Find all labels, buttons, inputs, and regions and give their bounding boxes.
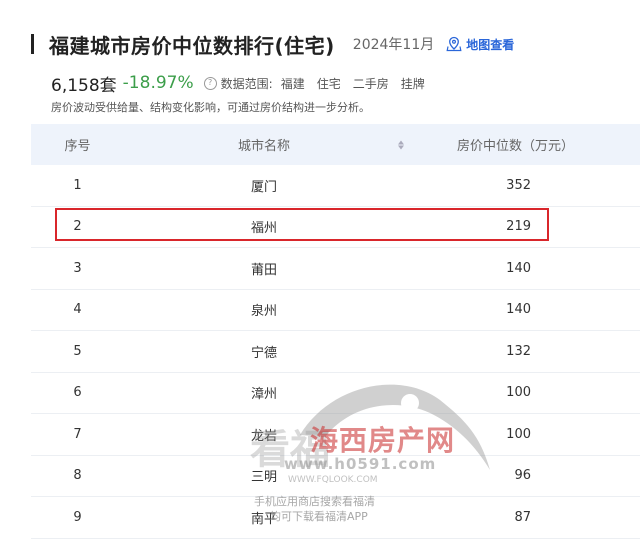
cell-city: 南平 bbox=[250, 511, 277, 527]
scope-tag-listing: 挂牌 bbox=[400, 76, 425, 91]
cell-price: 87 bbox=[514, 509, 531, 525]
report-date: 2024年11月 bbox=[352, 37, 435, 53]
title-accent-bar bbox=[31, 34, 34, 54]
table-body: 1 厦门 352 2 福州 219 3 莆田 140 4 泉州 140 5 宁德 132 6 漳州 100 7 龙岩 1… bbox=[31, 165, 640, 539]
map-view-link[interactable]: 地图查看 bbox=[446, 36, 514, 53]
page: 福建城市房价中位数排行(住宅) 2024年11月 地图查看 6,158套 -18… bbox=[0, 0, 640, 539]
column-header-city-label: 城市名称 bbox=[237, 139, 290, 154]
map-view-label: 地图查看 bbox=[466, 37, 515, 52]
cell-city: 泉州 bbox=[250, 304, 277, 320]
stats-row: 6,158套 -18.97% ? 数据范围: 福建 住宅 二手房 挂牌 bbox=[51, 70, 425, 96]
table-header: 序号 城市名称 房价中位数（万元） bbox=[31, 124, 640, 165]
cell-price: 140 bbox=[506, 260, 531, 276]
cell-price: 219 bbox=[506, 219, 531, 235]
cell-rank: 3 bbox=[73, 260, 82, 276]
scope-tag-market: 二手房 bbox=[352, 76, 389, 91]
table-row[interactable]: 9 南平 87 bbox=[31, 497, 640, 539]
cell-price: 100 bbox=[506, 385, 531, 401]
cell-price: 100 bbox=[506, 426, 531, 442]
cell-rank: 4 bbox=[73, 302, 82, 318]
cell-rank: 5 bbox=[73, 343, 82, 359]
price-change: -18.97% bbox=[122, 73, 194, 93]
scope-tag-type: 住宅 bbox=[316, 76, 341, 91]
cell-rank: 9 bbox=[73, 509, 82, 525]
column-header-rank: 序号 bbox=[64, 139, 91, 154]
table-row[interactable]: 2 福州 219 bbox=[31, 207, 640, 248]
cell-rank: 8 bbox=[73, 468, 82, 484]
table-row[interactable]: 5 宁德 132 bbox=[31, 331, 640, 373]
cell-rank: 7 bbox=[73, 426, 82, 442]
ranking-table: 序号 城市名称 房价中位数（万元） 1 厦门 352 2 福州 219 3 莆田 140 4 泉州 1… bbox=[31, 124, 640, 539]
cell-city: 龙岩 bbox=[250, 428, 277, 444]
column-header-city[interactable]: 城市名称 bbox=[124, 135, 404, 154]
cell-price: 96 bbox=[514, 468, 531, 484]
table-row[interactable]: 6 漳州 100 bbox=[31, 373, 640, 414]
help-icon[interactable]: ? bbox=[203, 76, 217, 90]
title-row: 福建城市房价中位数排行(住宅) 2024年11月 地图查看 bbox=[0, 28, 514, 60]
scope-label: 数据范围: bbox=[220, 76, 273, 91]
page-title: 福建城市房价中位数排行(住宅) bbox=[49, 33, 335, 58]
sort-icon[interactable] bbox=[398, 140, 404, 149]
cell-city: 宁德 bbox=[250, 345, 277, 361]
cell-rank: 6 bbox=[73, 385, 82, 401]
table-row[interactable]: 3 莆田 140 bbox=[31, 248, 640, 290]
cell-city: 三明 bbox=[250, 470, 277, 486]
cell-city: 莆田 bbox=[250, 262, 277, 278]
map-pin-icon bbox=[446, 36, 462, 52]
cell-price: 140 bbox=[506, 302, 531, 318]
table-row[interactable]: 4 泉州 140 bbox=[31, 290, 640, 331]
cell-city: 漳州 bbox=[250, 387, 277, 403]
column-header-price: 房价中位数（万元） bbox=[456, 139, 574, 154]
table-row[interactable]: 8 三明 96 bbox=[31, 456, 640, 497]
cell-rank: 1 bbox=[73, 177, 82, 193]
cell-rank: 2 bbox=[73, 219, 82, 235]
listing-count: 6,158套 bbox=[51, 75, 117, 96]
table-row[interactable]: 1 厦门 352 bbox=[31, 165, 640, 207]
cell-price: 132 bbox=[506, 343, 531, 359]
cell-city: 福州 bbox=[250, 221, 277, 237]
cell-price: 352 bbox=[506, 177, 531, 193]
cell-city: 厦门 bbox=[250, 179, 277, 195]
price-note: 房价波动受供给量、结构变化影响，可通过房价结构进一步分析。 bbox=[51, 101, 370, 114]
scope-tag-region: 福建 bbox=[280, 76, 305, 91]
table-row[interactable]: 7 龙岩 100 bbox=[31, 414, 640, 456]
